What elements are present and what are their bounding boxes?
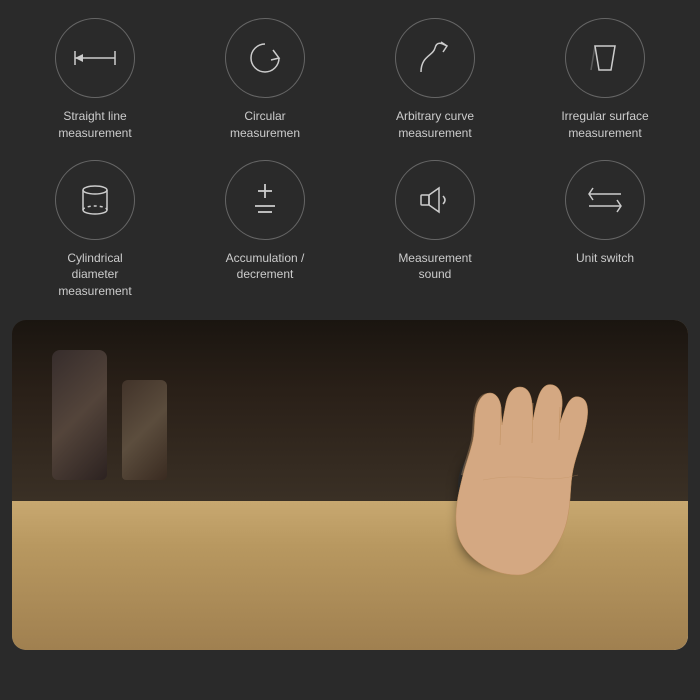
jar-left (52, 350, 107, 480)
accumulation-label: Accumulation /decrement (226, 250, 305, 284)
feature-straight-line: Straight linemeasurement (10, 18, 180, 142)
accumulation-icon-circle (225, 160, 305, 240)
unit-switch-icon-circle (565, 160, 645, 240)
circular-icon-circle (225, 18, 305, 98)
product-photo: ⊡◁) 142 ● (12, 320, 688, 650)
sound-label: Measurementsound (398, 250, 471, 284)
feature-circular: Circularmeasuremen (180, 18, 350, 142)
feature-accumulation: Accumulation /decrement (180, 160, 350, 300)
cylindrical-label: Cylindricaldiametermeasurement (58, 250, 131, 300)
irregular-label: Irregular surfacemeasurement (561, 108, 648, 142)
cylindrical-icon-circle (55, 160, 135, 240)
photo-background: ⊡◁) 142 ● (12, 320, 688, 650)
hand-svg (408, 335, 628, 585)
irregular-icon-circle (565, 18, 645, 98)
curve-label: Arbitrary curvemeasurement (396, 108, 474, 142)
straight-line-icon-circle (55, 18, 135, 98)
straight-line-label: Straight linemeasurement (58, 108, 131, 142)
unit-switch-label: Unit switch (576, 250, 634, 267)
feature-sound: Measurementsound (350, 160, 520, 300)
features-grid: Straight linemeasurement Circularmeasure… (0, 0, 700, 310)
feature-curve: Arbitrary curvemeasurement (350, 18, 520, 142)
jar-right (122, 380, 167, 480)
feature-irregular: Irregular surfacemeasurement (520, 18, 690, 142)
curve-icon-circle (395, 18, 475, 98)
feature-unit-switch: Unit switch (520, 160, 690, 300)
circular-label: Circularmeasuremen (230, 108, 300, 142)
sound-icon-circle (395, 160, 475, 240)
feature-cylindrical: Cylindricaldiametermeasurement (10, 160, 180, 300)
